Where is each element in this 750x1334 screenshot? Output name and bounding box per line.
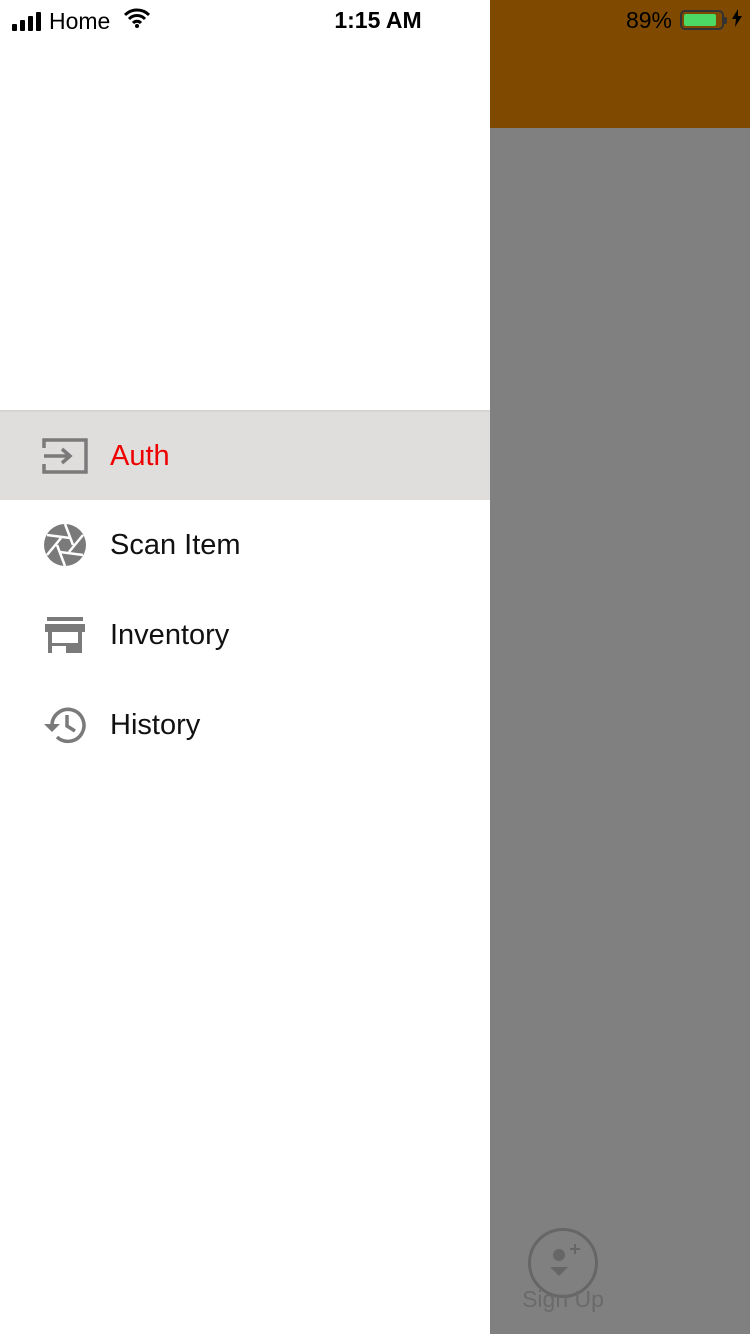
navigation-drawer: Auth Scan Item Inventory History bbox=[0, 0, 490, 1334]
drawer-item-scan-item[interactable]: Scan Item bbox=[0, 500, 490, 590]
history-icon bbox=[42, 702, 88, 748]
battery-percent: 89% bbox=[625, 6, 672, 33]
charging-bolt-icon bbox=[732, 6, 742, 34]
drawer-item-history[interactable]: History bbox=[0, 680, 490, 770]
drawer-item-label: Auth bbox=[110, 439, 170, 472]
sign-up-label: Sign Up bbox=[522, 1286, 604, 1312]
status-right: 89% bbox=[626, 6, 742, 34]
login-icon bbox=[42, 433, 88, 479]
sign-up-button[interactable]: Sign Up bbox=[518, 1228, 608, 1313]
battery-fill bbox=[684, 14, 717, 26]
drawer-item-auth[interactable]: Auth bbox=[0, 410, 490, 500]
drawer-menu: Auth Scan Item Inventory History bbox=[0, 410, 490, 770]
drawer-item-label: History bbox=[110, 708, 201, 741]
battery-icon bbox=[680, 10, 727, 30]
status-bar: Home 1:15 AM 89% bbox=[0, 0, 750, 40]
drawer-item-inventory[interactable]: Inventory bbox=[0, 590, 490, 680]
store-icon bbox=[42, 612, 88, 658]
drawer-item-label: Inventory bbox=[110, 618, 230, 651]
camera-shutter-icon bbox=[42, 522, 88, 568]
drawer-item-label: Scan Item bbox=[110, 528, 241, 561]
background-app-overlay[interactable]: Sign Up bbox=[490, 0, 750, 1334]
